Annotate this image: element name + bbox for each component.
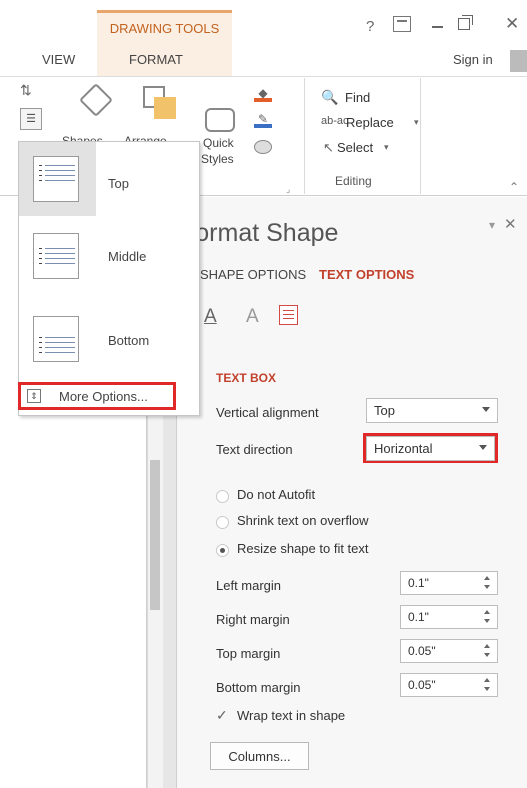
tab-format[interactable]: FORMAT	[129, 52, 183, 67]
wrap-text-checkbox[interactable]: ✓	[216, 707, 228, 724]
cursor-icon: ↖	[323, 140, 334, 155]
textbox-icon[interactable]	[279, 305, 298, 325]
left-margin-value: 0.1"	[408, 576, 429, 590]
top-margin-input[interactable]: 0.05"	[400, 639, 498, 663]
contextual-tab-title: DRAWING TOOLS	[109, 21, 220, 36]
spin-down-icon[interactable]	[484, 653, 490, 657]
editing-group-label: Editing	[335, 174, 372, 188]
option-middle-label[interactable]: Middle	[108, 249, 146, 264]
group-divider	[304, 78, 305, 194]
format-shape-pane	[176, 197, 527, 788]
tab-shape-options[interactable]: SHAPE OPTIONS	[200, 267, 306, 282]
replace-icon: ab-ac	[321, 115, 349, 127]
close-icon[interactable]: ✕	[504, 215, 517, 233]
radio-do-not-autofit[interactable]	[216, 490, 229, 503]
spin-up-icon[interactable]	[484, 678, 490, 682]
spin-up-icon[interactable]	[484, 610, 490, 614]
columns-button[interactable]: Columns...	[210, 742, 309, 770]
ribbon-display-options-icon[interactable]	[393, 16, 411, 32]
bottom-margin-input[interactable]: 0.05"	[400, 673, 498, 697]
top-margin-label: Top margin	[216, 646, 281, 661]
pane-title: Format Shape	[180, 219, 339, 247]
wrap-text-label: Wrap text in shape	[237, 708, 346, 723]
replace-button[interactable]: Replace	[346, 115, 394, 130]
radio-shrink-text[interactable]	[216, 516, 229, 529]
tab-text-options[interactable]: TEXT OPTIONS	[319, 267, 414, 282]
chevron-down-icon[interactable]: ▾	[384, 142, 389, 153]
spin-down-icon[interactable]	[484, 585, 490, 589]
top-margin-value: 0.05"	[408, 644, 436, 658]
binoculars-icon: 🔍	[321, 89, 339, 105]
bottom-margin-label: Bottom margin	[216, 680, 301, 695]
chevron-down-icon	[479, 445, 487, 450]
right-margin-label: Right margin	[216, 612, 290, 627]
title-bar	[0, 0, 527, 76]
spin-up-icon[interactable]	[484, 644, 490, 648]
pane-options-icon[interactable]: ▾	[489, 218, 495, 232]
shape-effects-icon[interactable]	[254, 140, 272, 154]
vertical-alignment-label: Vertical alignment	[216, 405, 319, 420]
align-text-button-icon[interactable]: ☰	[20, 108, 42, 130]
vertical-alignment-select[interactable]: Top	[366, 398, 498, 423]
section-header-textbox: TEXT BOX	[216, 371, 277, 385]
bottom-margin-value: 0.05"	[408, 678, 436, 692]
left-margin-input[interactable]: 0.1"	[400, 571, 498, 595]
option-top-label[interactable]: Top	[108, 176, 129, 191]
text-effects-icon[interactable]: A	[246, 306, 259, 328]
contextual-accent-line	[97, 10, 232, 13]
vertical-alignment-value: Top	[374, 403, 395, 418]
find-button[interactable]: Find	[345, 90, 370, 105]
spin-up-icon[interactable]	[484, 576, 490, 580]
align-bottom-icon[interactable]	[33, 316, 79, 362]
chevron-down-icon[interactable]: ▾	[414, 117, 419, 128]
align-middle-icon[interactable]	[33, 233, 79, 279]
resize-shape-label: Resize shape to fit text	[237, 541, 369, 556]
option-bottom-label[interactable]: Bottom	[108, 333, 149, 348]
align-top-icon[interactable]	[33, 156, 79, 202]
chevron-down-icon	[482, 407, 490, 412]
arrange-icon-accent	[154, 97, 176, 119]
left-margin-label: Left margin	[216, 578, 282, 593]
shrink-text-label: Shrink text on overflow	[237, 513, 369, 528]
text-direction-select[interactable]: Horizontal	[366, 436, 495, 461]
text-fill-outline-icon[interactable]: A	[204, 306, 217, 328]
collapse-ribbon-icon[interactable]: ⌃	[509, 180, 519, 194]
minimize-icon[interactable]	[432, 26, 443, 28]
close-icon[interactable]: ✕	[505, 14, 519, 34]
styles-label: Styles	[201, 152, 234, 166]
help-icon[interactable]: ?	[366, 18, 374, 35]
radio-resize-shape[interactable]	[216, 544, 229, 557]
group-divider	[420, 78, 421, 194]
spin-down-icon[interactable]	[484, 619, 490, 623]
dialog-launcher-icon[interactable]: ⌟	[286, 184, 290, 195]
right-margin-value: 0.1"	[408, 610, 429, 624]
restore-icon[interactable]	[458, 15, 473, 30]
sign-in-link[interactable]: Sign in	[453, 52, 493, 67]
tab-view[interactable]: VIEW	[42, 52, 75, 67]
text-direction-button-icon[interactable]: ⇅	[20, 82, 40, 104]
shape-fill-icon[interactable]: ◆	[254, 86, 272, 102]
quick-label: Quick	[203, 136, 234, 150]
spin-down-icon[interactable]	[484, 687, 490, 691]
do-not-autofit-label: Do not Autofit	[237, 487, 316, 502]
avatar[interactable]	[510, 50, 527, 72]
thumbnail-pane	[0, 197, 12, 788]
right-margin-input[interactable]: 0.1"	[400, 605, 498, 629]
shape-outline-icon[interactable]: ✎	[254, 112, 272, 128]
scrollbar-thumb[interactable]	[150, 460, 160, 610]
highlight-box	[18, 382, 176, 410]
text-direction-label: Text direction	[216, 442, 293, 457]
text-direction-value: Horizontal	[374, 441, 433, 456]
select-button[interactable]: Select	[337, 140, 373, 155]
quick-styles-icon[interactable]	[205, 108, 235, 132]
